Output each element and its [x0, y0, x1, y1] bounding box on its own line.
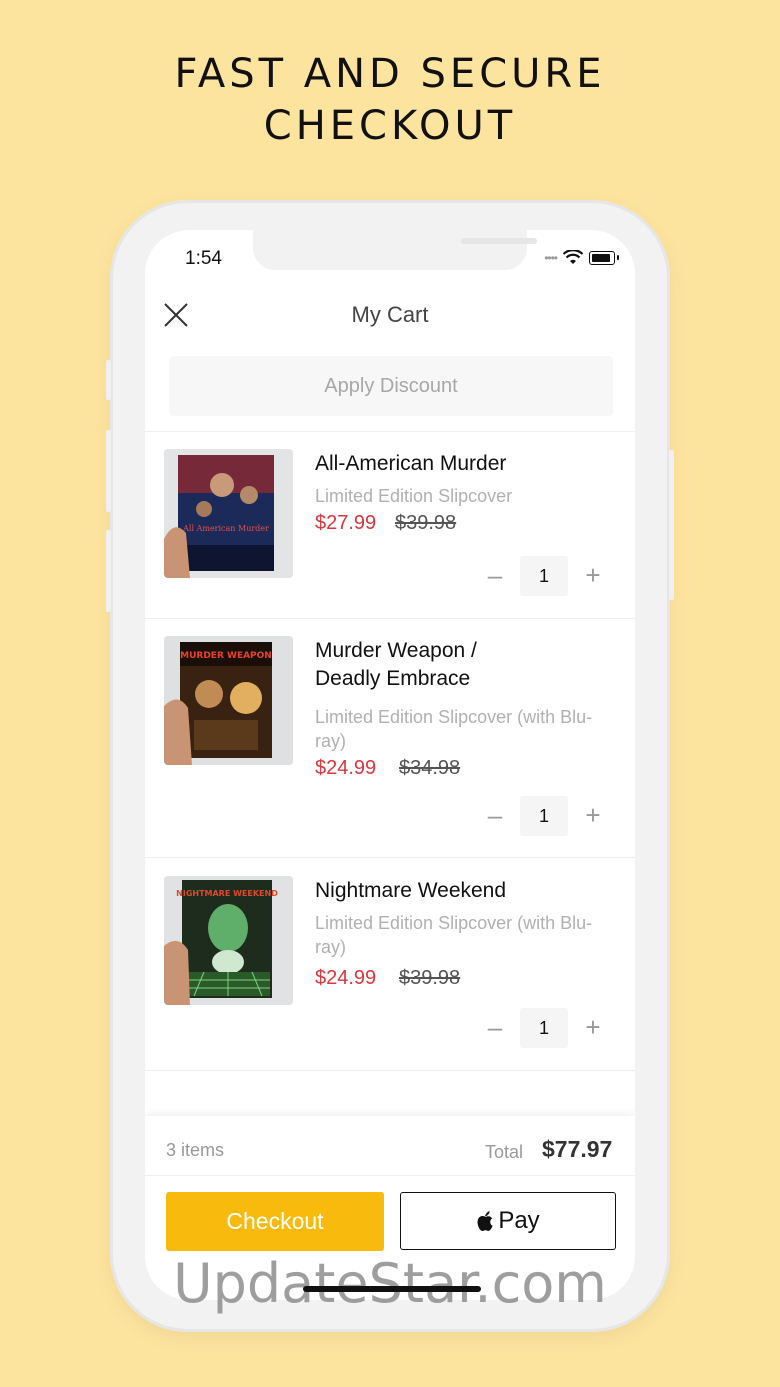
- checkout-button[interactable]: Checkout: [166, 1192, 384, 1251]
- status-icons: ••••: [544, 250, 619, 265]
- minus-icon: –: [487, 560, 503, 590]
- notch: [253, 230, 537, 270]
- cover-title: All American Murder: [182, 524, 269, 533]
- cart-item: MURDER WEAPON Murder Weapon / Deadly Emb…: [145, 635, 635, 857]
- decrease-quantity-button[interactable]: –: [480, 1008, 510, 1048]
- phone-volume-down-button: [106, 530, 111, 612]
- item-price: $27.99: [315, 512, 377, 534]
- item-title: Nightmare Weekend: [315, 879, 507, 902]
- total-label: Total: [485, 1142, 524, 1162]
- home-indicator[interactable]: [303, 1286, 481, 1292]
- plus-icon: +: [585, 1012, 601, 1042]
- plus-icon: +: [585, 560, 601, 590]
- cart-item: All American Murder All-American Murder …: [145, 448, 635, 618]
- phone-screen: 1:54 •••• My Cart Apply Discount All Ame…: [145, 230, 635, 1300]
- quantity-value[interactable]: 1: [520, 796, 568, 836]
- apple-pay-button[interactable]: Pay: [400, 1192, 616, 1250]
- cart-item: NIGHTMARE WEEKEND Nightmare Weekend Limi…: [145, 875, 635, 1070]
- item-variant: Limited Edition Slipcover (with Blu-ray): [315, 913, 593, 957]
- plus-icon: +: [585, 800, 601, 830]
- apple-logo-icon: [477, 1211, 493, 1231]
- item-original-price: $39.98: [399, 967, 461, 989]
- divider: [145, 857, 635, 858]
- cover-title: MURDER WEAPON: [180, 651, 272, 661]
- item-title: Murder Weapon / Deadly Embrace: [315, 639, 477, 690]
- divider: [145, 618, 635, 619]
- phone-side-button: [106, 360, 111, 400]
- increase-quantity-button[interactable]: +: [578, 1008, 608, 1048]
- signal-icon: ••••: [544, 250, 558, 265]
- apply-discount-button[interactable]: Apply Discount: [169, 356, 613, 416]
- divider: [145, 1070, 635, 1071]
- apple-pay-label: Pay: [498, 1207, 540, 1234]
- item-variant: Limited Edition Slipcover (with Blu-ray): [315, 707, 593, 751]
- speaker: [461, 238, 537, 244]
- product-cover-image: All American Murder: [164, 449, 293, 578]
- item-original-price: $34.98: [399, 757, 461, 779]
- quantity-stepper: – 1 +: [480, 556, 620, 596]
- page-title: My Cart: [351, 302, 429, 327]
- quantity-stepper: – 1 +: [480, 796, 620, 836]
- product-cover-image: NIGHTMARE WEEKEND: [164, 876, 293, 1005]
- marketing-headline: FAST AND SECURE CHECKOUT: [0, 48, 780, 152]
- minus-icon: –: [487, 800, 503, 830]
- product-thumbnail[interactable]: MURDER WEAPON: [164, 636, 293, 765]
- headline-line-1: FAST AND SECURE: [174, 51, 606, 97]
- cover-title: NIGHTMARE WEEKEND: [176, 889, 278, 898]
- divider: [145, 1175, 635, 1176]
- divider: [145, 431, 635, 432]
- increase-quantity-button[interactable]: +: [578, 796, 608, 836]
- quantity-stepper: – 1 +: [480, 1008, 620, 1048]
- battery-icon: [589, 250, 615, 265]
- item-count: 3 items: [166, 1140, 225, 1160]
- phone-volume-up-button: [106, 430, 111, 512]
- item-price: $24.99: [315, 757, 377, 779]
- decrease-quantity-button[interactable]: –: [480, 556, 510, 596]
- minus-icon: –: [487, 1012, 503, 1042]
- quantity-value[interactable]: 1: [520, 556, 568, 596]
- status-time: 1:54: [185, 248, 222, 269]
- quantity-value[interactable]: 1: [520, 1008, 568, 1048]
- product-thumbnail[interactable]: All American Murder: [164, 449, 293, 578]
- phone-power-button: [669, 450, 674, 600]
- headline-line-2: CHECKOUT: [263, 103, 517, 149]
- battery-tip: [617, 255, 619, 260]
- increase-quantity-button[interactable]: +: [578, 556, 608, 596]
- item-price: $24.99: [315, 967, 377, 989]
- item-original-price: $39.98: [395, 512, 457, 534]
- product-thumbnail[interactable]: NIGHTMARE WEEKEND: [164, 876, 293, 1005]
- total-value: $77.97: [542, 1136, 613, 1162]
- product-cover-image: MURDER WEAPON: [164, 636, 293, 765]
- item-variant: Limited Edition Slipcover: [315, 486, 513, 506]
- decrease-quantity-button[interactable]: –: [480, 796, 510, 836]
- wifi-icon: [563, 250, 583, 264]
- item-title: All-American Murder: [315, 452, 507, 475]
- watermark: UpdateStar.com: [173, 1252, 607, 1315]
